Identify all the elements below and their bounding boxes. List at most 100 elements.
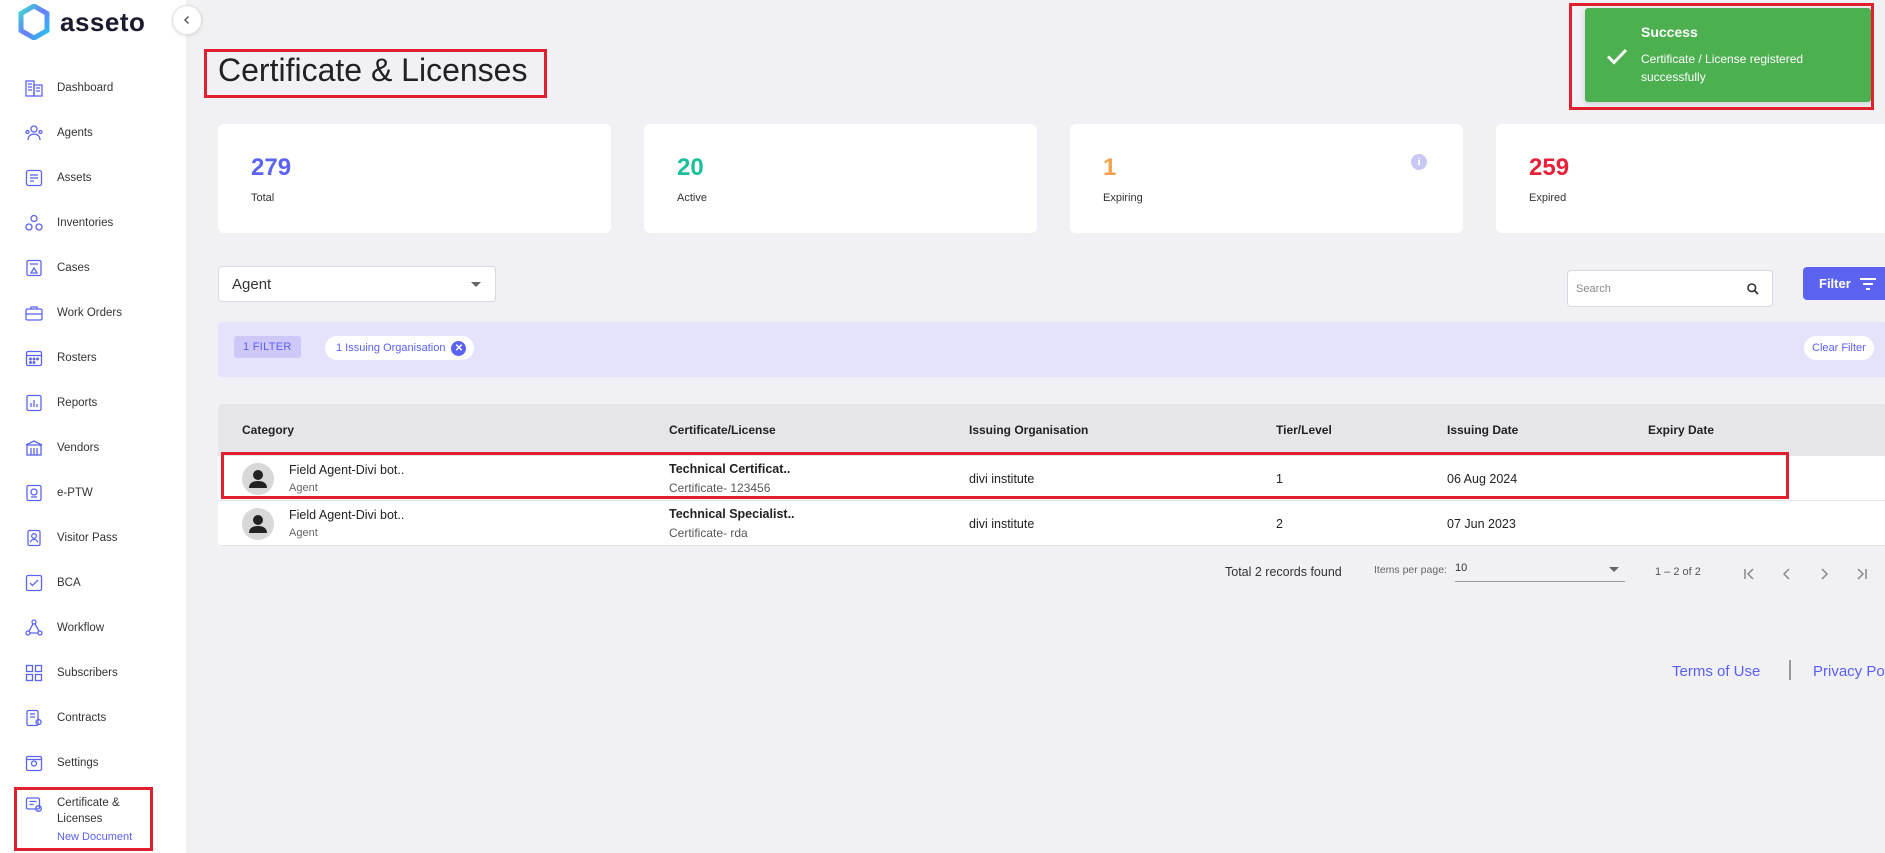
sidebar-item-label: Visitor Pass: [57, 531, 118, 544]
sidebar-item-eptw[interactable]: e-PTW: [0, 470, 186, 515]
sidebar-item-settings[interactable]: Settings: [0, 740, 186, 785]
stat-value: 1: [1103, 154, 1117, 181]
app-name: asseto: [60, 6, 146, 37]
sidebar-item-work-orders[interactable]: Work Orders: [0, 290, 186, 335]
app-logo[interactable]: asseto: [18, 4, 145, 40]
sidebar-item-label: BCA: [57, 576, 81, 589]
sidebar-item-agents[interactable]: Agents: [0, 110, 186, 155]
caret-down-icon: [471, 281, 481, 287]
table-row[interactable]: Field Agent-Divi bot.. Agent Technical S…: [218, 501, 1885, 546]
row-name: Field Agent-Divi bot..: [289, 463, 405, 477]
sidebar-item-assets[interactable]: Assets: [0, 155, 186, 200]
stat-card-expired[interactable]: 259 Expired: [1496, 124, 1885, 233]
sidebar-item-subscribers[interactable]: Subscribers: [0, 650, 186, 695]
category-select-value: Agent: [232, 275, 272, 293]
sidebar-item-visitor-pass[interactable]: Visitor Pass: [0, 515, 186, 560]
filter-chip-issuing-organisation[interactable]: 1 Issuing Organisation ✕: [325, 336, 475, 360]
row-certificate: Technical Certificat..: [669, 462, 791, 476]
items-per-page-select[interactable]: 10: [1455, 562, 1625, 582]
category-select[interactable]: Agent: [218, 266, 496, 302]
row-tier: 1: [1276, 472, 1283, 486]
reports-icon: [26, 394, 42, 411]
filter-chip-label: 1 Issuing Organisation: [336, 342, 446, 354]
column-header-certificate[interactable]: Certificate/License: [669, 423, 776, 437]
stat-card-active[interactable]: 20 Active: [644, 124, 1037, 233]
agents-icon: [25, 124, 43, 140]
footer-divider: [1789, 660, 1791, 680]
next-page-button[interactable]: [1812, 562, 1836, 586]
sidebar-item-label: Agents: [57, 126, 93, 139]
row-organisation: divi institute: [969, 517, 1035, 531]
records-count: Total 2 records found: [1225, 565, 1342, 579]
certificate-icon: [25, 797, 42, 812]
sidebar-item-contracts[interactable]: Contracts: [0, 695, 186, 740]
sidebar-item-label: Rosters: [57, 351, 97, 364]
person-icon: [249, 515, 267, 533]
sidebar-item-workflow[interactable]: Workflow: [0, 605, 186, 650]
privacy-policy-link[interactable]: Privacy Po: [1813, 663, 1885, 680]
search-input[interactable]: [1576, 282, 1746, 295]
stat-label: Total: [251, 192, 275, 204]
row-tier: 2: [1276, 517, 1283, 531]
previous-page-button[interactable]: [1775, 562, 1799, 586]
active-filters-bar: 1 FILTER 1 Issuing Organisation ✕ Clear …: [218, 322, 1885, 377]
sidebar-item-label: Settings: [57, 756, 99, 769]
cases-icon: [26, 259, 42, 276]
last-page-button[interactable]: [1849, 562, 1873, 586]
info-icon[interactable]: i: [1411, 154, 1427, 170]
stat-card-total[interactable]: 279 Total: [218, 124, 611, 233]
logo-icon: [18, 4, 50, 40]
sidebar-item-label: Subscribers: [57, 666, 118, 679]
sidebar-item-vendors[interactable]: Vendors: [0, 425, 186, 470]
search-icon[interactable]: [1746, 282, 1760, 296]
sidebar-item-bca[interactable]: BCA: [0, 560, 186, 605]
column-header-organisation[interactable]: Issuing Organisation: [969, 423, 1088, 437]
table-row[interactable]: Field Agent-Divi bot.. Agent Technical C…: [218, 456, 1885, 501]
row-category: Agent: [289, 482, 318, 494]
filter-button[interactable]: Filter: [1803, 267, 1885, 300]
sidebar-collapse-button[interactable]: [172, 5, 202, 35]
sidebar-item-certificate-licenses[interactable]: Certificate & Licenses New Document: [0, 785, 186, 851]
first-page-button[interactable]: [1738, 562, 1762, 586]
sidebar-item-label: Inventories: [57, 216, 114, 229]
active-item-text: Certificate & Licenses New Document: [57, 795, 137, 843]
row-cert-number: Certificate- 123456: [669, 481, 771, 495]
new-document-link[interactable]: New Document: [57, 831, 137, 843]
sidebar-nav: Dashboard Agents Assets Inventories Case…: [0, 65, 186, 851]
row-cert-number: Certificate- rda: [669, 526, 748, 540]
sidebar-item-label: Vendors: [57, 441, 100, 454]
column-header-issuing-date[interactable]: Issuing Date: [1447, 423, 1518, 437]
stat-label: Active: [677, 192, 707, 204]
filter-button-label: Filter: [1819, 276, 1851, 291]
sidebar-item-label: Reports: [57, 396, 98, 409]
clear-filter-button[interactable]: Clear Filter: [1804, 336, 1874, 360]
contracts-icon: [26, 709, 42, 726]
sidebar-item-reports[interactable]: Reports: [0, 380, 186, 425]
sidebar-item-cases[interactable]: Cases: [0, 245, 186, 290]
rosters-icon: [25, 350, 43, 366]
sidebar-item-inventories[interactable]: Inventories: [0, 200, 186, 245]
settings-icon: [25, 755, 43, 771]
row-organisation: divi institute: [969, 472, 1035, 486]
chevron-left-icon: [184, 16, 189, 24]
toast-message: Certificate / License registered success…: [1641, 52, 1804, 84]
stat-value: 279: [251, 154, 292, 181]
remove-filter-icon[interactable]: ✕: [451, 340, 467, 356]
sidebar-item-dashboard[interactable]: Dashboard: [0, 65, 186, 110]
column-header-category[interactable]: Category: [242, 423, 294, 437]
certificates-table: Category Certificate/License Issuing Org…: [218, 404, 1885, 546]
column-header-expiry-date[interactable]: Expiry Date: [1648, 423, 1714, 437]
stat-card-expiring[interactable]: 1 Expiring i: [1070, 124, 1463, 233]
chevron-left-icon: [1782, 568, 1790, 580]
visitor-pass-icon: [27, 529, 41, 546]
sidebar-item-rosters[interactable]: Rosters: [0, 335, 186, 380]
vendors-icon: [25, 439, 43, 456]
success-toast[interactable]: Success Certificate / License registered…: [1585, 8, 1871, 102]
row-issuing-date: 07 Jun 2023: [1447, 517, 1516, 531]
column-header-tier[interactable]: Tier/Level: [1276, 423, 1332, 437]
avatar: [242, 463, 274, 495]
terms-of-use-link[interactable]: Terms of Use: [1672, 663, 1760, 680]
row-category: Agent: [289, 527, 318, 539]
sidebar-item-label: Assets: [57, 171, 92, 184]
toast-title: Success: [1641, 24, 1698, 40]
